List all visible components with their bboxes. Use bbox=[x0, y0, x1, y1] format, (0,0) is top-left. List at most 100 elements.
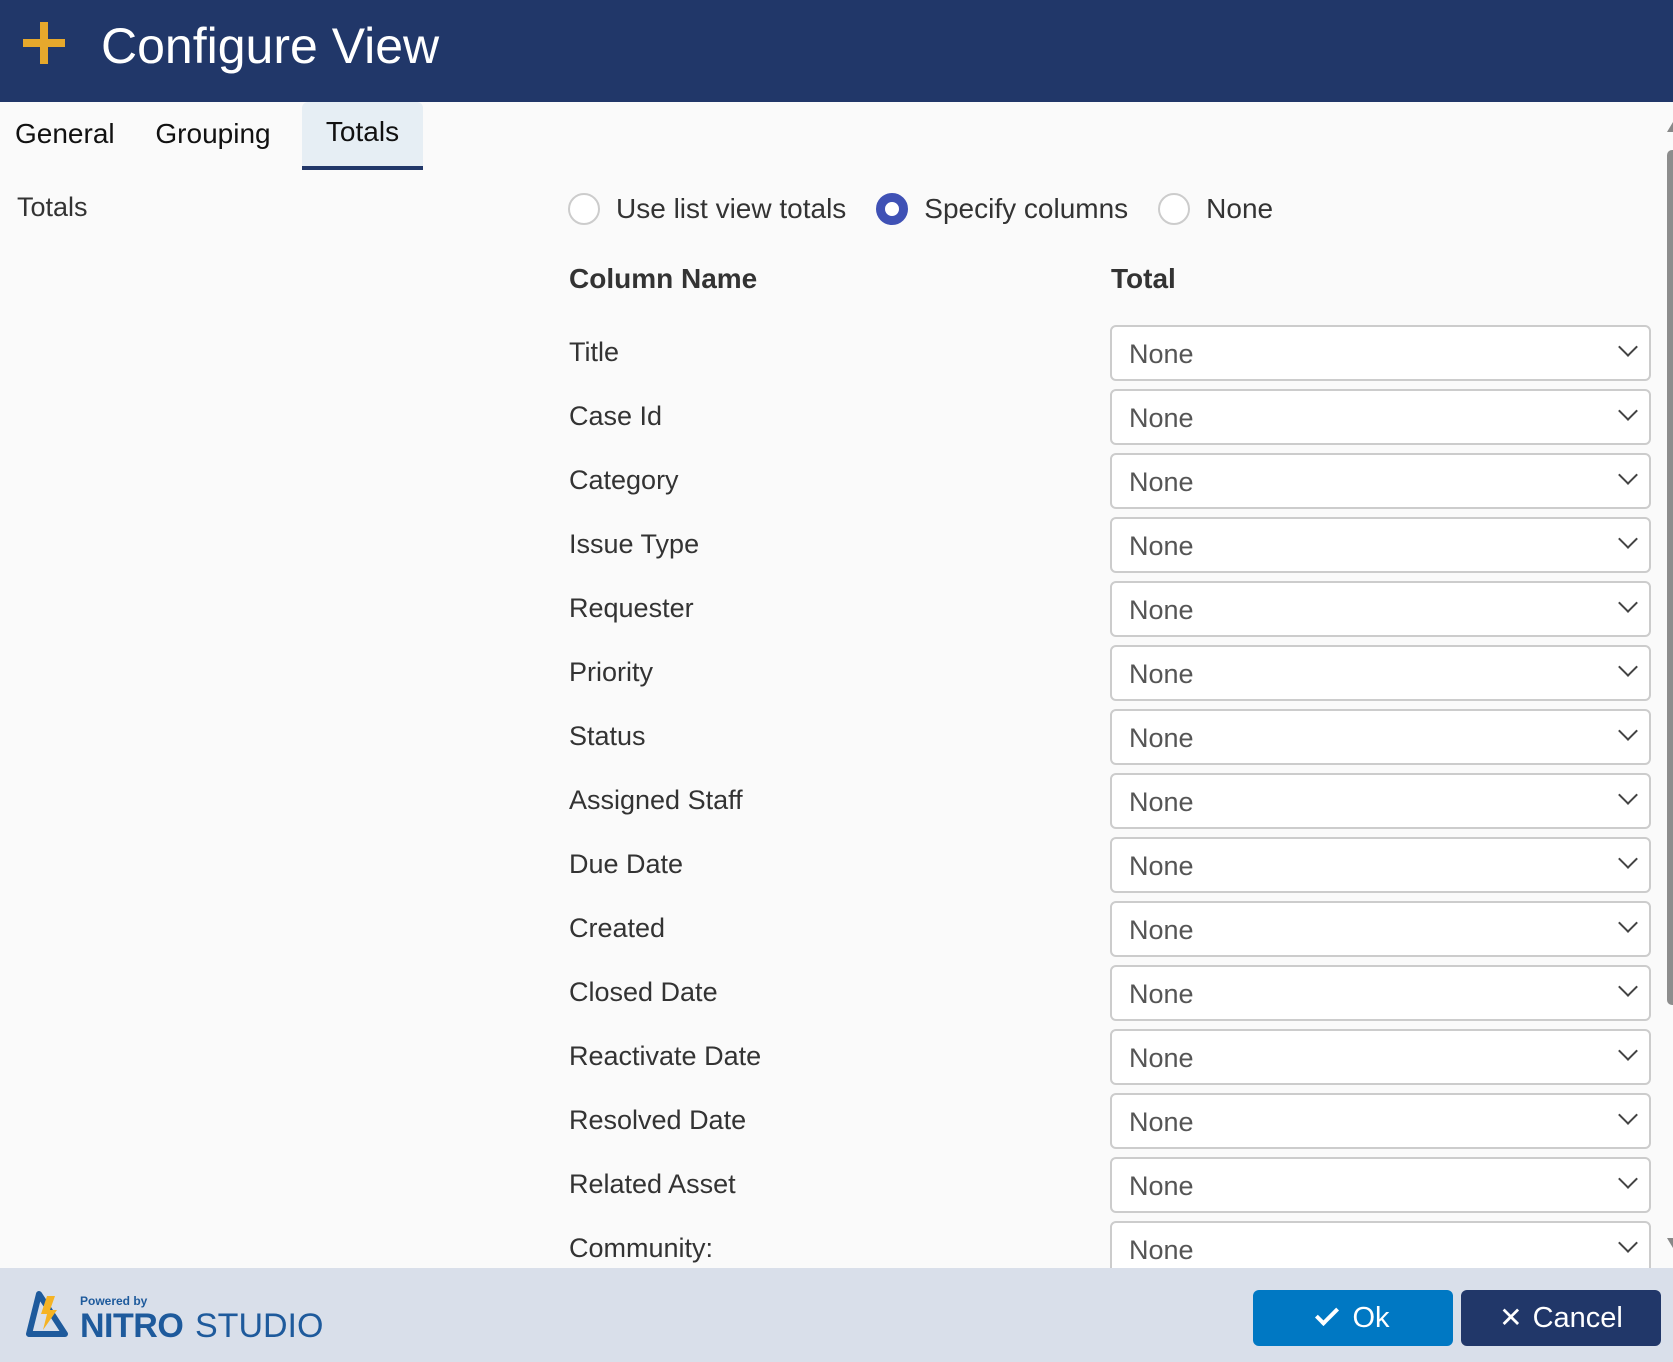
radio-label: Specify columns bbox=[924, 193, 1129, 224]
total-header: Total bbox=[1111, 263, 1176, 294]
chevron-down-icon bbox=[1618, 785, 1638, 805]
chevron-down-icon bbox=[1618, 721, 1638, 741]
chevron-down-icon bbox=[1618, 849, 1638, 869]
logo-nitro: NITRO bbox=[80, 1307, 184, 1345]
column-name: Category bbox=[569, 465, 679, 495]
totals-row: Due Date None bbox=[0, 837, 1660, 893]
chevron-down-icon bbox=[1618, 465, 1638, 485]
totals-row: Community: None bbox=[0, 1221, 1660, 1268]
radio-label: None bbox=[1206, 193, 1274, 224]
radio-label: Use list view totals bbox=[616, 193, 847, 224]
radio-none[interactable]: None bbox=[1158, 193, 1273, 225]
nitro-logo-icon bbox=[26, 1291, 68, 1337]
totals-row: Status None bbox=[0, 709, 1660, 765]
total-select-value: None bbox=[1129, 339, 1194, 369]
total-select-value: None bbox=[1129, 1235, 1194, 1265]
total-select[interactable]: None bbox=[1110, 581, 1651, 637]
chevron-down-icon bbox=[1618, 401, 1638, 421]
chevron-down-icon bbox=[1618, 913, 1638, 933]
total-select-value: None bbox=[1129, 531, 1194, 561]
total-select-value: None bbox=[1129, 659, 1194, 689]
chevron-down-icon bbox=[1618, 1105, 1638, 1125]
total-select-value: None bbox=[1129, 851, 1194, 881]
total-select[interactable]: None bbox=[1110, 709, 1651, 765]
totals-row: Resolved Date None bbox=[0, 1093, 1660, 1149]
chevron-down-icon bbox=[1618, 529, 1638, 549]
total-select-value: None bbox=[1129, 787, 1194, 817]
column-name: Case Id bbox=[569, 401, 663, 431]
cancel-button-label: Cancel bbox=[1532, 1301, 1623, 1334]
chevron-down-icon bbox=[1618, 593, 1638, 613]
total-select[interactable]: None bbox=[1110, 837, 1651, 893]
column-name: Priority bbox=[569, 657, 654, 687]
total-select-value: None bbox=[1129, 979, 1194, 1009]
totals-row: Related Asset None bbox=[0, 1157, 1660, 1213]
total-select[interactable]: None bbox=[1110, 325, 1651, 381]
radio-circle-icon[interactable] bbox=[1158, 193, 1191, 225]
total-select[interactable]: None bbox=[1110, 453, 1651, 509]
total-select[interactable]: None bbox=[1110, 1221, 1651, 1268]
total-select-value: None bbox=[1129, 1043, 1194, 1073]
totals-row: Assigned Staff None bbox=[0, 773, 1660, 829]
column-name: Related Asset bbox=[569, 1169, 736, 1199]
column-name: Created bbox=[569, 913, 666, 943]
radio-circle-icon[interactable] bbox=[568, 193, 600, 225]
total-select-value: None bbox=[1129, 595, 1194, 625]
total-select[interactable]: None bbox=[1110, 645, 1651, 701]
check-icon bbox=[1315, 1301, 1340, 1327]
column-name: Due Date bbox=[569, 849, 684, 879]
column-name: Title bbox=[569, 337, 620, 367]
total-select-value: None bbox=[1129, 915, 1194, 945]
column-name: Resolved Date bbox=[569, 1105, 747, 1135]
nitro-studio-logo: Powered by NITRO STUDIO bbox=[25, 1290, 325, 1346]
column-name: Closed Date bbox=[569, 977, 718, 1007]
ok-button-label: Ok bbox=[1352, 1301, 1390, 1334]
total-select[interactable]: None bbox=[1110, 1029, 1651, 1085]
radio-specify-columns[interactable]: Specify columns bbox=[876, 193, 1128, 225]
total-select[interactable]: None bbox=[1110, 901, 1651, 957]
chevron-down-icon bbox=[1618, 1041, 1638, 1061]
scroll-up-arrow-icon[interactable] bbox=[1667, 122, 1673, 132]
totals-row: Created None bbox=[0, 901, 1660, 957]
cancel-button[interactable]: ✕ Cancel bbox=[1461, 1290, 1661, 1346]
totals-row: Category None bbox=[0, 453, 1660, 509]
column-name: Requester bbox=[569, 593, 694, 623]
total-select-value: None bbox=[1129, 723, 1194, 753]
total-select[interactable]: None bbox=[1110, 965, 1651, 1021]
chevron-down-icon bbox=[1618, 1233, 1638, 1253]
column-name: Status bbox=[569, 721, 646, 751]
column-name: Assigned Staff bbox=[569, 785, 743, 815]
total-select[interactable]: None bbox=[1110, 517, 1651, 573]
totals-mode-radio-group: Use list view totals Specify columns Non… bbox=[568, 192, 1303, 226]
chevron-down-icon bbox=[1618, 977, 1638, 997]
total-select-value: None bbox=[1129, 1107, 1194, 1137]
totals-row: Issue Type None bbox=[0, 517, 1660, 573]
chevron-down-icon bbox=[1618, 1169, 1638, 1189]
total-select[interactable]: None bbox=[1110, 1157, 1651, 1213]
scrollbar-thumb[interactable] bbox=[1667, 150, 1673, 1005]
column-name: Community: bbox=[569, 1233, 714, 1263]
totals-row: Title None bbox=[0, 325, 1660, 381]
totals-row: Requester None bbox=[0, 581, 1660, 637]
column-name: Reactivate Date bbox=[569, 1041, 762, 1071]
totals-row: Priority None bbox=[0, 645, 1660, 701]
scroll-down-arrow-icon[interactable] bbox=[1667, 1238, 1673, 1248]
total-select[interactable]: None bbox=[1110, 773, 1651, 829]
radio-use-list-view-totals[interactable]: Use list view totals bbox=[568, 193, 846, 225]
total-select[interactable]: None bbox=[1110, 1093, 1651, 1149]
totals-section-label: Totals bbox=[17, 192, 88, 222]
totals-row: Case Id None bbox=[0, 389, 1660, 445]
chevron-down-icon bbox=[1618, 337, 1638, 357]
total-select[interactable]: None bbox=[1110, 389, 1651, 445]
ok-button[interactable]: Ok bbox=[1253, 1290, 1453, 1346]
logo-powered-by: Powered by bbox=[80, 1294, 148, 1308]
total-select-value: None bbox=[1129, 403, 1194, 433]
totals-list: Totals Use list view totals Specify colu… bbox=[0, 0, 1660, 1268]
total-select-value: None bbox=[1129, 1171, 1194, 1201]
vertical-scrollbar[interactable] bbox=[1663, 110, 1673, 1260]
totals-row: Reactivate Date None bbox=[0, 1029, 1660, 1085]
column-name-header: Column Name bbox=[569, 263, 758, 294]
totals-row: Closed Date None bbox=[0, 965, 1660, 1021]
close-icon: ✕ bbox=[1499, 1302, 1523, 1333]
radio-checked-icon[interactable] bbox=[876, 193, 909, 225]
